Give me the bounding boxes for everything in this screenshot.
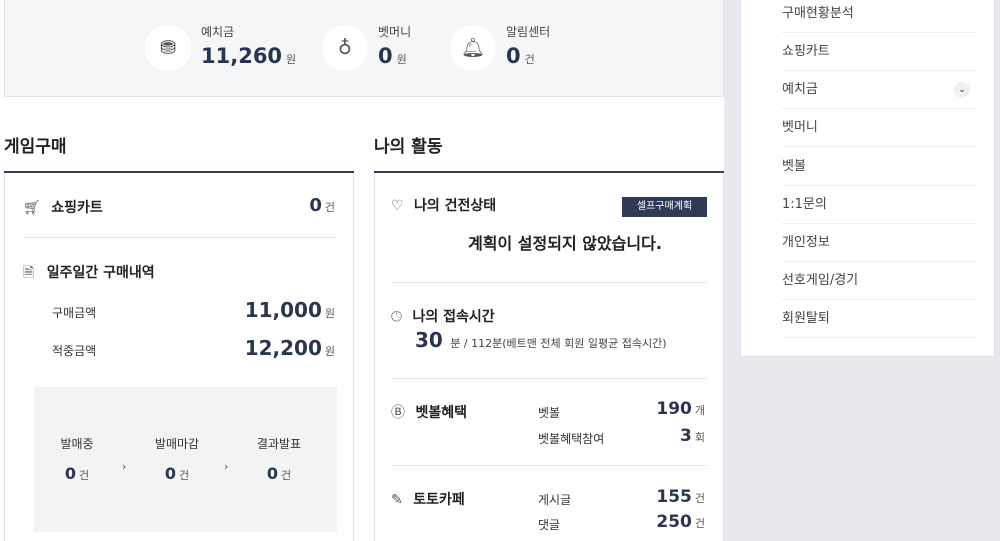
- stage-label: 결과발표: [256, 437, 302, 451]
- document-icon: 🗎︎: [23, 265, 35, 281]
- pencil-icon: ✎: [391, 492, 403, 508]
- cart-row[interactable]: 🛒︎ 쇼핑카트: [23, 197, 103, 217]
- health-status-label: 나의 건전상태: [414, 198, 497, 214]
- notification-label: 알림센터: [506, 25, 551, 39]
- access-time-value: 30 분 / 112분(베트맨 전체 회원 일평균 접속시간): [415, 328, 667, 352]
- divider: [391, 282, 707, 283]
- betmoney-label: 벳머니: [378, 25, 412, 39]
- heart-icon: ♡: [391, 198, 404, 214]
- stage-label: 발매마감: [154, 437, 200, 451]
- account-summary: ⛃ 예치금 11,260 원 ♁ 벳머니 0원 🔔︎ 알림센터 0건: [4, 0, 724, 97]
- toto-cafe-label: 토토카페: [413, 492, 465, 508]
- toto-row-label: 게시글: [538, 493, 572, 507]
- betball-row-value: 3회: [680, 426, 705, 446]
- money-bag-icon: ♁: [322, 25, 368, 71]
- clock-icon: 🕓︎: [391, 309, 403, 325]
- access-time-label: 나의 접속시간: [412, 309, 495, 325]
- menu-item-deposit[interactable]: 예치금 ⌄: [782, 71, 976, 109]
- betball-row-label: 벳볼: [538, 406, 561, 420]
- purchase-card: 🛒︎ 쇼핑카트 0건 🗎︎ 일주일간 구매내역 구매금액 11,000 원 적중금…: [4, 173, 354, 541]
- betmoney-value: 0원: [378, 44, 407, 68]
- stage-on-sale[interactable]: 발매중 0건: [37, 435, 117, 483]
- health-message: 계획이 설정되지 않았습니다.: [468, 234, 662, 253]
- stage-value: 0건: [64, 464, 90, 483]
- mypage-side-menu: 구매현황분석 쇼핑카트 예치금 ⌄ 벳머니 벳볼 1:1문의 개인정보 선호게임…: [740, 0, 995, 357]
- coin-stack-icon: ⛃: [145, 25, 191, 71]
- menu-item-withdraw[interactable]: 회원탈퇴: [782, 300, 976, 338]
- divider: [391, 378, 707, 379]
- stage-value: 0건: [164, 464, 190, 483]
- betball-heading: Ⓑ 벳볼혜택: [391, 402, 467, 422]
- divider: [391, 465, 707, 466]
- chevron-right-icon: ›: [122, 460, 127, 473]
- cart-count: 0건: [309, 195, 335, 216]
- stage-label: 발매중: [60, 437, 94, 451]
- toto-row-value: 250 건: [656, 512, 705, 532]
- menu-item-shopping-cart[interactable]: 쇼핑카트: [782, 33, 976, 71]
- menu-item-preferred-games[interactable]: 선호게임/경기: [782, 262, 976, 300]
- deposit-label: 예치금: [201, 25, 235, 39]
- cart-icon: 🛒︎: [23, 200, 41, 216]
- betball-row-value: 190 개: [656, 399, 705, 419]
- stage-value: 0건: [266, 464, 292, 483]
- chevron-down-icon[interactable]: ⌄: [954, 82, 970, 98]
- divider: [23, 237, 337, 238]
- purchase-section-title: 게임구매: [4, 137, 67, 157]
- betball-row-label: 벳볼혜택참여: [538, 432, 605, 446]
- stage-result[interactable]: 결과발표 0건: [239, 435, 319, 483]
- menu-item-personal-info[interactable]: 개인정보: [782, 224, 976, 262]
- menu-item-label: 예치금: [782, 82, 818, 97]
- weekly-history-label: 일주일간 구매내역: [46, 265, 155, 281]
- deposit-value: 11,260 원: [201, 44, 297, 68]
- menu-item-inquiry[interactable]: 1:1문의: [782, 186, 976, 224]
- buy-amount-label: 구매금액: [52, 306, 97, 320]
- activity-section-title: 나의 활동: [374, 137, 443, 157]
- chevron-right-icon: ›: [224, 460, 229, 473]
- purchase-stage-box: 발매중 0건 › 발매마감 0건 › 결과발표 0건: [34, 387, 337, 532]
- health-status-heading: ♡ 나의 건전상태: [391, 195, 496, 215]
- self-plan-button[interactable]: 셀프구매계획: [622, 197, 707, 217]
- toto-row-value: 155 건: [656, 487, 705, 507]
- notification-value: 0건: [506, 44, 535, 68]
- buy-amount-value: 11,000 원: [244, 298, 335, 322]
- bell-icon: 🔔︎: [450, 25, 496, 71]
- activity-card: ♡ 나의 건전상태 셀프구매계획 계획이 설정되지 않았습니다. 🕓︎ 나의 접…: [374, 173, 724, 541]
- access-time-heading: 🕓︎ 나의 접속시간: [391, 306, 495, 326]
- menu-item-betmoney[interactable]: 벳머니: [782, 109, 976, 147]
- cart-label: 쇼핑카트: [51, 200, 103, 216]
- menu-item-betball[interactable]: 벳볼: [782, 148, 976, 186]
- weekly-history-heading: 🗎︎ 일주일간 구매내역: [23, 262, 155, 286]
- hit-amount-value: 12,200 원: [244, 336, 335, 360]
- betball-label: 벳볼혜택: [415, 405, 467, 421]
- stage-closed[interactable]: 발매마감 0건: [137, 435, 217, 483]
- hit-amount-label: 적중금액: [52, 344, 97, 358]
- betball-icon: Ⓑ: [391, 405, 405, 421]
- menu-item-purchase-analysis[interactable]: 구매현황분석: [782, 0, 976, 33]
- toto-row-label: 댓글: [538, 518, 561, 532]
- toto-cafe-heading: ✎ 토토카페: [391, 489, 465, 509]
